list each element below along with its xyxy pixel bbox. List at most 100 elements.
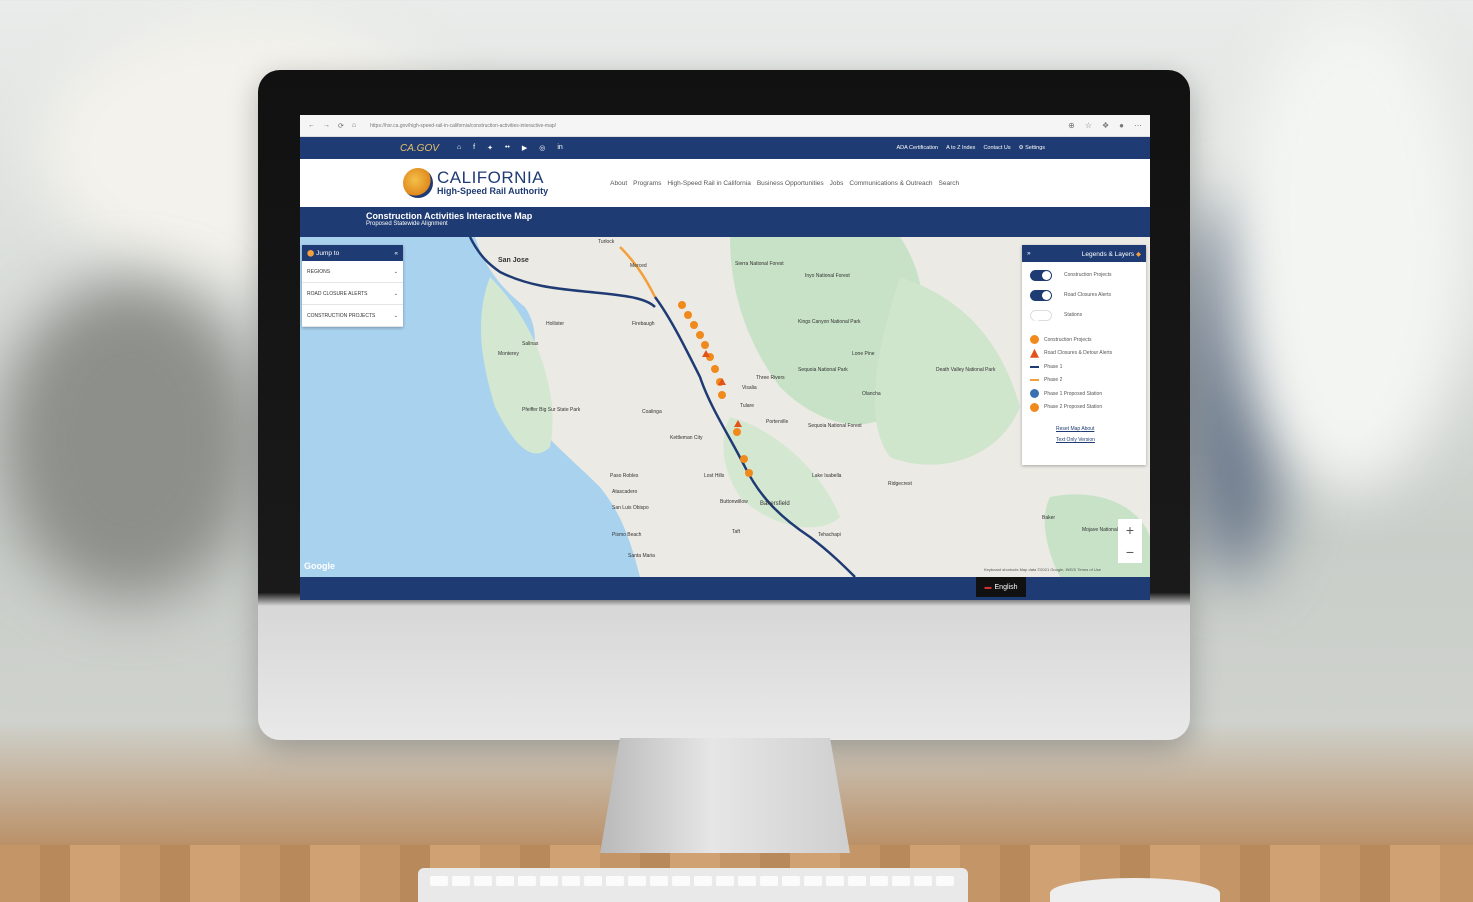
map-label: Ridgecrest: [888, 481, 912, 487]
layers-icon: ◆: [1136, 250, 1141, 258]
keyboard-key: [518, 876, 536, 886]
language-selector[interactable]: ▬ English: [976, 577, 1026, 597]
nav-search[interactable]: Search: [939, 180, 960, 187]
keyboard-key: [826, 876, 844, 886]
twitter-icon[interactable]: ✦: [487, 144, 493, 152]
nav-jobs[interactable]: Jobs: [830, 180, 844, 187]
legend-label: Phase 1: [1044, 363, 1063, 370]
map-label: Pismo Beach: [612, 532, 642, 538]
keyboard-key: [606, 876, 624, 886]
legend-item: Phase 1: [1030, 360, 1146, 374]
map-label: Coalinga: [642, 409, 662, 415]
legend-item: Construction Projects: [1030, 333, 1146, 347]
hsr-logo[interactable]: CALIFORNIA High-Speed Rail Authority: [403, 168, 548, 198]
chevron-down-icon: ⌄: [393, 312, 398, 319]
expand-icon[interactable]: »: [1027, 250, 1031, 257]
logo-line2: High-Speed Rail Authority: [437, 186, 549, 196]
language-label: English: [994, 583, 1018, 591]
nav-about[interactable]: About: [610, 180, 627, 187]
keyboard-key: [474, 876, 492, 886]
text-only-link[interactable]: Text Only Version: [1056, 437, 1095, 443]
a-to-z-link[interactable]: A to Z Index: [946, 145, 975, 151]
warning-icon: [1030, 348, 1039, 358]
keyboard-key: [870, 876, 888, 886]
map-label: Lake Isabella: [812, 473, 842, 479]
jump-regions-label: REGIONS: [307, 268, 331, 275]
nav-business[interactable]: Business Opportunities: [757, 180, 824, 187]
nav-hsr-in-california[interactable]: High-Speed Rail in California: [667, 180, 750, 187]
legend-list: Construction Projects Road Closures & De…: [1022, 325, 1146, 414]
settings-link[interactable]: ⚙ Settings: [1019, 145, 1045, 151]
toggle-road-closures[interactable]: Road Closures Alerts: [1022, 285, 1146, 305]
jump-regions[interactable]: REGIONS ⌄: [302, 261, 403, 283]
us-flag-icon: ▬: [984, 583, 992, 591]
reload-icon[interactable]: ⟳: [338, 122, 344, 130]
gear-icon: ⚙: [1018, 145, 1024, 151]
utility-bar: CA.GOV ⌂ f ✦ •• ▶ ◎ in ADA Certification…: [300, 137, 1150, 159]
map-attribution[interactable]: Keyboard shortcuts Map data ©2021 Google…: [984, 567, 1101, 572]
legend-label: Phase 2 Proposed Station: [1044, 404, 1103, 411]
map-label: Olancha: [862, 391, 881, 397]
site-header: CALIFORNIA High-Speed Rail Authority Abo…: [300, 159, 1150, 207]
flickr-icon[interactable]: ••: [505, 144, 510, 152]
forward-icon[interactable]: →: [323, 122, 330, 129]
toggle-construction[interactable]: Construction Projects: [1022, 265, 1146, 285]
legend-label: Phase 2: [1044, 377, 1063, 384]
toggle-switch[interactable]: [1030, 269, 1052, 281]
reset-map-link[interactable]: Reset Map: [1056, 426, 1080, 432]
keyboard-key: [496, 876, 514, 886]
map-label: Tehachapi: [818, 532, 841, 538]
map-label: San Jose: [498, 257, 529, 264]
about-link[interactable]: About: [1081, 426, 1094, 432]
keyboard-key: [430, 876, 448, 886]
jump-to-header[interactable]: ⬤ Jump to «: [302, 245, 403, 261]
cagov-logo[interactable]: CA.GOV: [400, 143, 439, 154]
legends-header[interactable]: » Legends & Layers ◆: [1022, 245, 1146, 262]
ada-link[interactable]: ADA Certification: [897, 145, 939, 151]
keyboard-key: [936, 876, 954, 886]
utility-links: ADA Certification A to Z Index Contact U…: [897, 145, 1046, 151]
home-icon[interactable]: ⌂: [352, 122, 356, 129]
toggle-label: Road Closures Alerts: [1064, 292, 1111, 298]
interactive-map[interactable]: San Jose Turlock Merced Salinas Monterey…: [300, 237, 1150, 577]
address-bar[interactable]: https://hsr.ca.gov/high-speed-rail-in-ca…: [364, 123, 1060, 129]
star-icon[interactable]: ☆: [1085, 121, 1092, 130]
map-label: Sequoia National Park: [798, 367, 848, 373]
map-label: Santa Maria: [628, 553, 655, 559]
map-label: San Luis Obispo: [612, 505, 649, 511]
background-shadow: [0, 280, 260, 600]
zoom-icon[interactable]: ⊕: [1068, 121, 1075, 130]
legends-title: Legends & Layers: [1081, 250, 1135, 258]
profile-icon[interactable]: ●: [1119, 121, 1124, 130]
jump-construction[interactable]: CONSTRUCTION PROJECTS ⌄: [302, 305, 403, 327]
instagram-icon[interactable]: ◎: [539, 144, 545, 152]
jump-to-title: Jump to: [316, 250, 340, 257]
toggle-label: Construction Projects: [1064, 272, 1112, 278]
toggle-switch[interactable]: [1030, 309, 1052, 321]
toggle-switch[interactable]: [1030, 289, 1052, 301]
map-label: Death Valley National Park: [936, 367, 996, 373]
zoom-in-button[interactable]: +: [1118, 519, 1142, 541]
back-icon[interactable]: ←: [308, 122, 315, 129]
home-icon[interactable]: ⌂: [457, 144, 461, 152]
jump-road-closures[interactable]: ROAD CLOSURE ALERTS ⌄: [302, 283, 403, 305]
page-subtitle: Proposed Statewide Alignment: [366, 221, 448, 227]
zoom-out-button[interactable]: −: [1118, 541, 1142, 563]
map-label: Turlock: [598, 239, 615, 245]
legend-links: Reset Map About Text Only Version: [1022, 424, 1146, 446]
nav-programs[interactable]: Programs: [633, 180, 661, 187]
toggle-stations[interactable]: Stations: [1022, 305, 1146, 325]
menu-icon[interactable]: ⋯: [1134, 121, 1142, 130]
youtube-icon[interactable]: ▶: [522, 144, 527, 152]
linkedin-icon[interactable]: in: [557, 144, 562, 152]
facebook-icon[interactable]: f: [473, 144, 475, 152]
nav-communications[interactable]: Communications & Outreach: [849, 180, 932, 187]
extensions-icon[interactable]: ❖: [1102, 121, 1109, 130]
map-label: Monterey: [498, 351, 519, 357]
contact-link[interactable]: Contact Us: [983, 145, 1010, 151]
keyboard-key: [650, 876, 668, 886]
collapse-icon[interactable]: «: [394, 250, 398, 257]
keyboard-key: [540, 876, 558, 886]
map-label: Kings Canyon National Park: [798, 319, 861, 325]
map-label: Atascadero: [612, 489, 638, 495]
